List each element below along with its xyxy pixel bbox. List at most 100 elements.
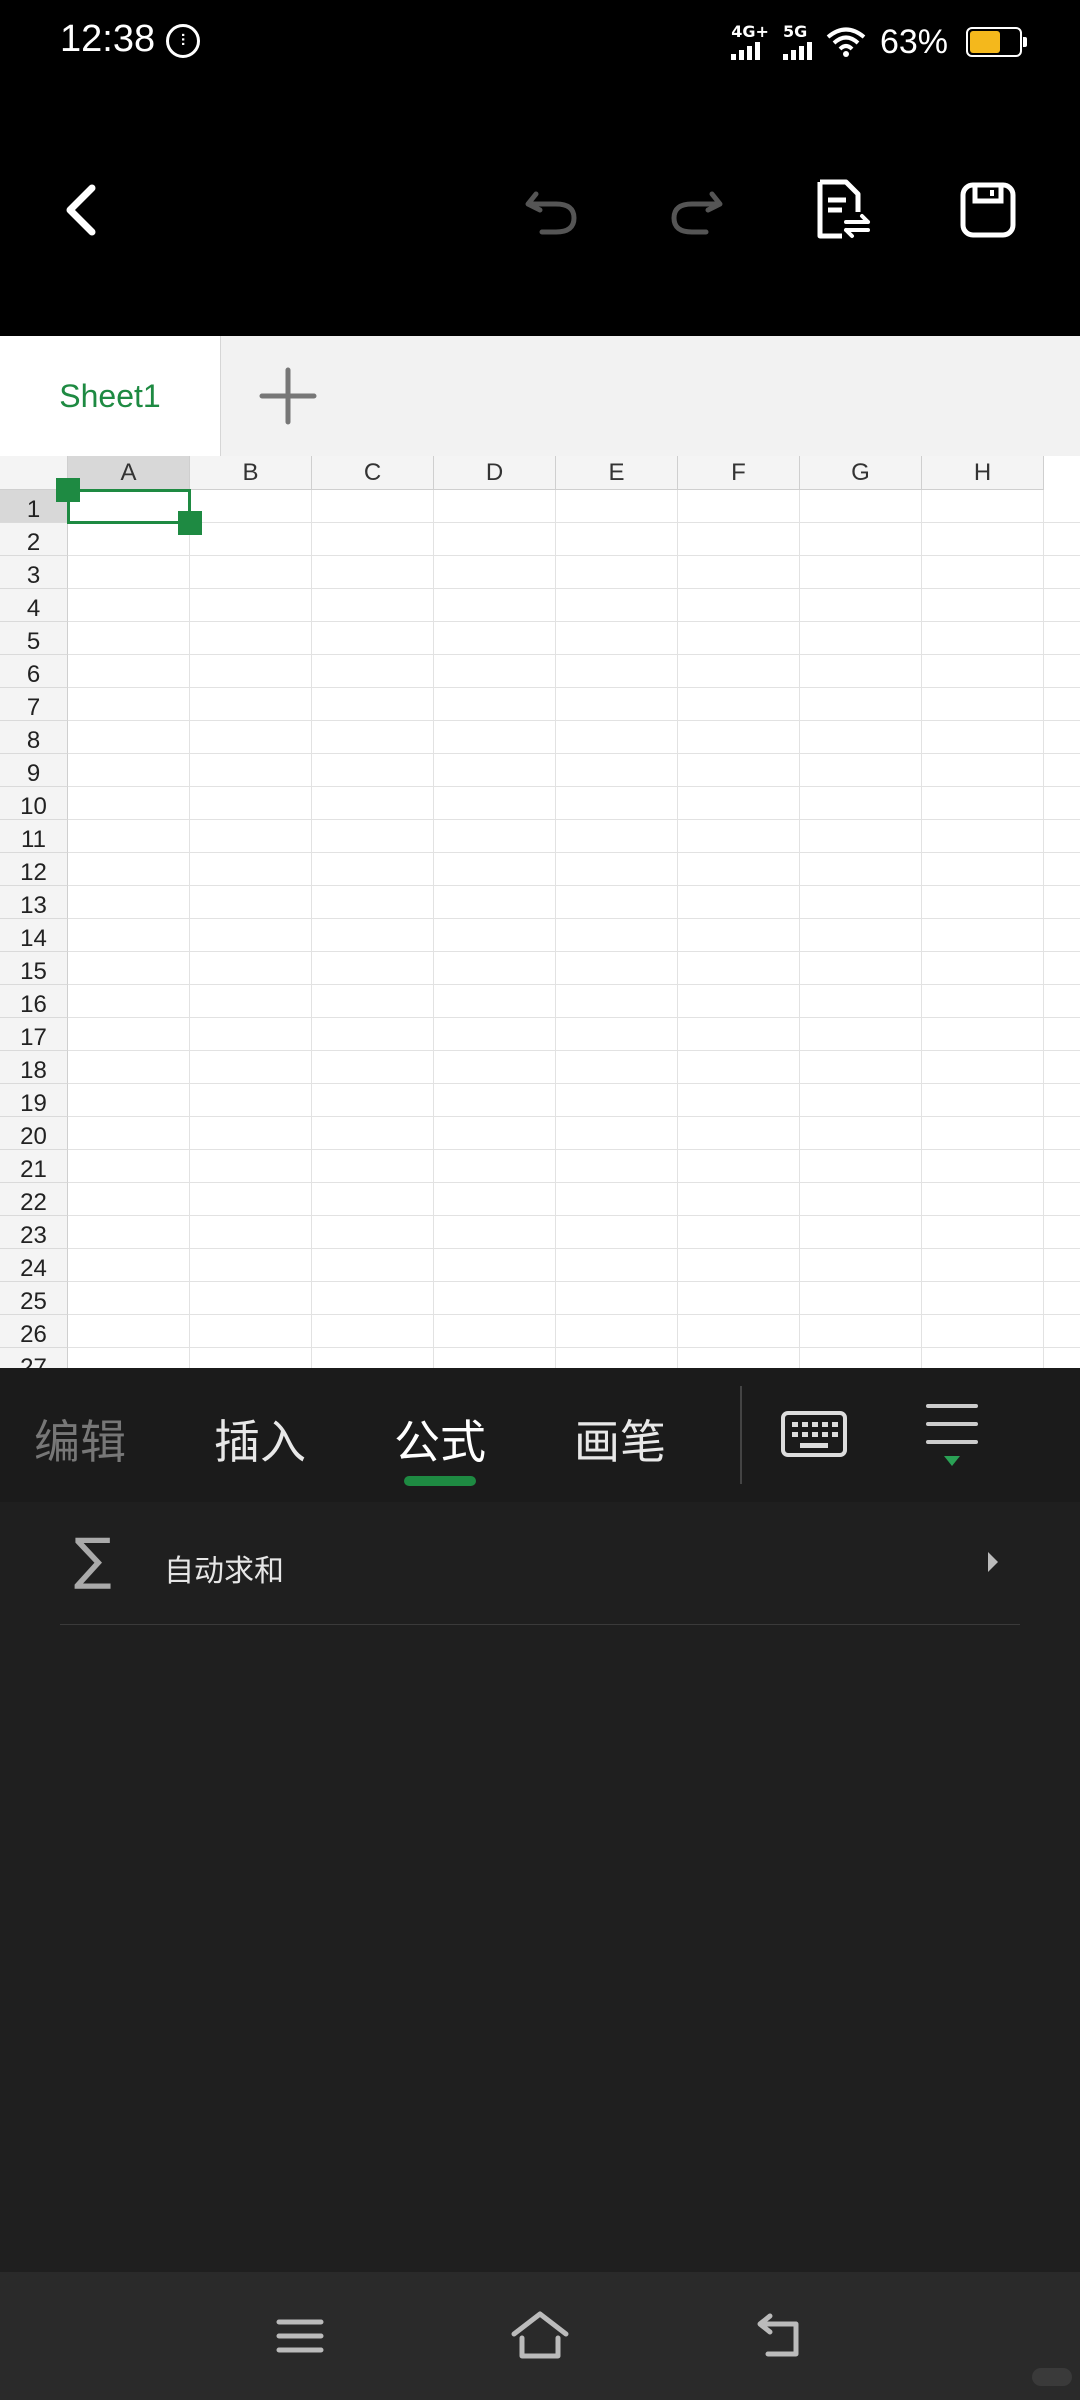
- tab-edit[interactable]: 编辑: [34, 1406, 126, 1472]
- selection-start-handle[interactable]: [56, 478, 80, 502]
- undo-button[interactable]: [512, 170, 592, 250]
- row-gridline: [68, 720, 1080, 721]
- row-header-11[interactable]: 11: [0, 820, 68, 853]
- row-header-25[interactable]: 25: [0, 1282, 68, 1315]
- status-bar: 12:38 ⫶ 4G+ 5G 63%: [0, 0, 1080, 84]
- add-sheet-button[interactable]: [248, 356, 328, 436]
- row-gridline: [68, 951, 1080, 952]
- nav-menu-button[interactable]: [262, 2298, 338, 2374]
- row-header-10[interactable]: 10: [0, 787, 68, 820]
- row-header-2[interactable]: 2: [0, 523, 68, 556]
- row-header-12[interactable]: 12: [0, 853, 68, 886]
- menu-icon: [276, 2319, 324, 2353]
- row-header-7[interactable]: 7: [0, 688, 68, 721]
- row-header-15[interactable]: 15: [0, 952, 68, 985]
- undo-icon: [525, 191, 577, 235]
- cell-signal-5g: 5G: [782, 22, 812, 60]
- plus-icon: [259, 367, 317, 425]
- row-gridline: [68, 918, 1080, 919]
- system-nav-bar: [0, 2272, 1080, 2400]
- row-gridline: [68, 687, 1080, 688]
- row-header-5[interactable]: 5: [0, 622, 68, 655]
- nav-home-button[interactable]: [502, 2298, 578, 2374]
- row-header-24[interactable]: 24: [0, 1249, 68, 1282]
- row-header-9[interactable]: 9: [0, 754, 68, 787]
- row-gridline: [68, 852, 1080, 853]
- row-gridline: [68, 1248, 1080, 1249]
- row-header-23[interactable]: 23: [0, 1216, 68, 1249]
- sheet-tab[interactable]: Sheet1: [0, 336, 221, 456]
- net-label-4g: 4G+: [731, 22, 769, 41]
- wifi-icon: [826, 27, 866, 57]
- chevron-right-icon: [988, 1552, 998, 1572]
- row-header-19[interactable]: 19: [0, 1084, 68, 1117]
- row-header-21[interactable]: 21: [0, 1150, 68, 1183]
- row-gridline: [68, 1182, 1080, 1183]
- column-header-e[interactable]: E: [556, 456, 678, 490]
- row-gridline: [68, 819, 1080, 820]
- column-header-g[interactable]: G: [800, 456, 922, 490]
- row-gridline: [68, 1347, 1080, 1348]
- selected-cell-outline[interactable]: [67, 489, 191, 524]
- row-gridline: [68, 753, 1080, 754]
- row-header-16[interactable]: 16: [0, 985, 68, 1018]
- sigma-icon: ∑: [74, 1527, 112, 1592]
- column-header-d[interactable]: D: [434, 456, 556, 490]
- collapse-panel-button[interactable]: [912, 1390, 992, 1482]
- tab-formula[interactable]: 公式: [394, 1406, 486, 1472]
- function-menu-bar: 编辑 插入 公式 画笔: [0, 1368, 1080, 1502]
- spreadsheet-grid[interactable]: A B C D E F G H 1 2 3 4 5 6 7 8 9 10 11 12 13 14 15 16 17 18 19 20 2…: [0, 456, 1080, 1368]
- convert-document-button[interactable]: [802, 170, 882, 250]
- back-button[interactable]: [40, 170, 120, 250]
- row-gridline: [68, 555, 1080, 556]
- row-header-6[interactable]: 6: [0, 655, 68, 688]
- row-header-14[interactable]: 14: [0, 919, 68, 952]
- redo-button[interactable]: [656, 170, 736, 250]
- row-header-13[interactable]: 13: [0, 886, 68, 919]
- status-time: 12:38: [60, 18, 156, 60]
- battery-percentage: 63%: [879, 22, 948, 61]
- column-header-b[interactable]: B: [190, 456, 312, 490]
- keyboard-button[interactable]: [776, 1398, 852, 1470]
- row-header-27[interactable]: 27: [0, 1348, 68, 1368]
- row-header-17[interactable]: 17: [0, 1018, 68, 1051]
- sheet-tab-bar: Sheet1: [0, 336, 1080, 457]
- nav-back-button[interactable]: [742, 2298, 818, 2374]
- menu-divider: [740, 1386, 742, 1484]
- autosum-row[interactable]: ∑ 自动求和: [60, 1502, 1020, 1625]
- row-gridline: [68, 984, 1080, 985]
- net-label-5g: 5G: [782, 22, 808, 41]
- redo-icon: [671, 191, 723, 235]
- row-header-20[interactable]: 20: [0, 1117, 68, 1150]
- row-header-26[interactable]: 26: [0, 1315, 68, 1348]
- home-icon: [511, 2311, 569, 2359]
- row-gridline: [68, 621, 1080, 622]
- column-header-f[interactable]: F: [678, 456, 800, 490]
- save-icon: [960, 182, 1016, 238]
- watermark-badge: [1032, 2368, 1072, 2386]
- cell-signal-4g: 4G+: [731, 24, 769, 60]
- column-header-c[interactable]: C: [312, 456, 434, 490]
- row-header-4[interactable]: 4: [0, 589, 68, 622]
- column-header-h[interactable]: H: [922, 456, 1044, 490]
- row-header-22[interactable]: 22: [0, 1183, 68, 1216]
- row-header-3[interactable]: 3: [0, 556, 68, 589]
- row-gridline: [68, 1314, 1080, 1315]
- save-button[interactable]: [948, 170, 1028, 250]
- row-header-8[interactable]: 8: [0, 721, 68, 754]
- tab-insert[interactable]: 插入: [214, 1406, 306, 1472]
- row-gridline: [68, 1149, 1080, 1150]
- menu-collapse-icon: [926, 1404, 978, 1466]
- row-header-18[interactable]: 18: [0, 1051, 68, 1084]
- column-header-a[interactable]: A: [68, 456, 190, 490]
- row-gridline: [68, 1215, 1080, 1216]
- selection-end-handle[interactable]: [178, 511, 202, 535]
- notification-icon: ⫶: [166, 24, 200, 58]
- row-gridline: [68, 654, 1080, 655]
- row-gridline: [68, 1281, 1080, 1282]
- row-gridline: [68, 1050, 1080, 1051]
- row-gridline: [68, 885, 1080, 886]
- row-gridline: [68, 1083, 1080, 1084]
- row-gridline: [68, 786, 1080, 787]
- tab-pen[interactable]: 画笔: [574, 1406, 666, 1472]
